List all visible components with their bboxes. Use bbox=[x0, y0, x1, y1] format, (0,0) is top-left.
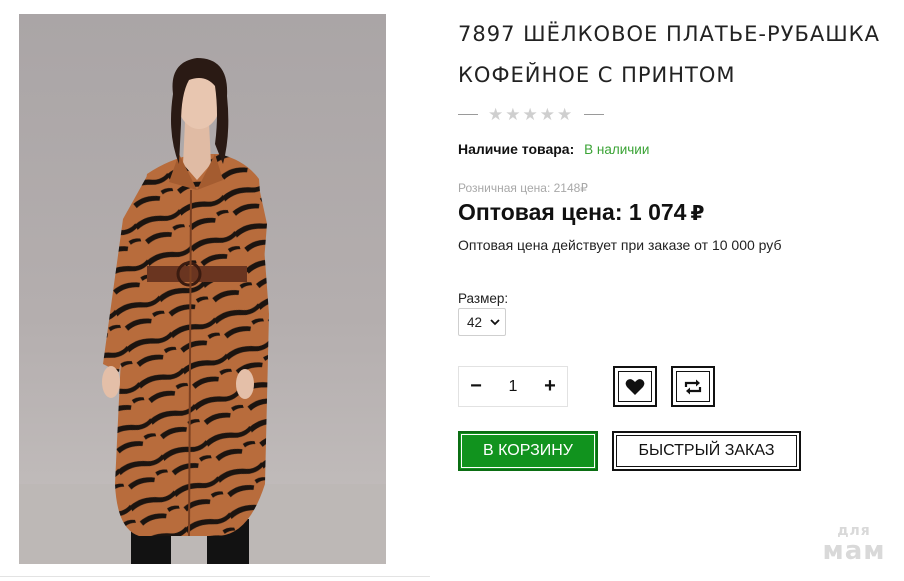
rating-dash-left bbox=[458, 113, 478, 115]
currency-sign: ₽ bbox=[690, 201, 705, 225]
product-photo[interactable] bbox=[19, 14, 386, 564]
heart-icon bbox=[625, 378, 645, 395]
wholesale-price-value: Оптовая цена: 1 074 bbox=[458, 199, 687, 225]
size-label: Размер: bbox=[458, 291, 509, 306]
add-to-cart-button[interactable]: В КОРЗИНУ bbox=[458, 431, 598, 471]
wholesale-price: Оптовая цена: 1 074 ₽ bbox=[458, 199, 704, 226]
star-icon[interactable]: ★ bbox=[505, 106, 520, 123]
product-title: 7897 ШЁЛКОВОЕ ПЛАТЬЕ-РУБАШКА КОФЕЙНОЕ С … bbox=[458, 14, 888, 96]
compare-arrows-icon bbox=[684, 379, 702, 394]
star-icon[interactable]: ★ bbox=[540, 106, 555, 123]
rating: ★ ★ ★ ★ ★ bbox=[458, 103, 605, 125]
quick-order-button[interactable]: БЫСТРЫЙ ЗАКАЗ bbox=[612, 431, 801, 471]
compare-button[interactable] bbox=[671, 366, 715, 407]
availability-label: Наличие товара: bbox=[458, 141, 575, 157]
quantity-decrease-button[interactable]: − bbox=[459, 367, 493, 406]
availability-status: В наличии bbox=[584, 142, 650, 157]
divider-line bbox=[0, 576, 430, 577]
watermark-logo: для мам bbox=[816, 524, 892, 564]
retail-price: Розничная цена: 2148₽ bbox=[458, 181, 588, 195]
quantity-input[interactable]: 1 bbox=[493, 378, 533, 396]
quantity-increase-button[interactable]: + bbox=[533, 367, 567, 406]
availability: Наличие товара: В наличии bbox=[458, 141, 649, 157]
star-icon[interactable]: ★ bbox=[488, 106, 503, 123]
size-select[interactable]: 42 bbox=[458, 308, 506, 336]
size-selected-value: 42 bbox=[467, 314, 483, 330]
watermark-main: мам bbox=[822, 536, 886, 566]
product-title-line2: КОФЕЙНОЕ С ПРИНТОМ bbox=[458, 63, 736, 87]
star-icon[interactable]: ★ bbox=[523, 106, 538, 123]
star-icon[interactable]: ★ bbox=[557, 106, 572, 123]
wishlist-button[interactable] bbox=[613, 366, 657, 407]
wholesale-note: Оптовая цена действует при заказе от 10 … bbox=[458, 237, 782, 253]
quantity-stepper: − 1 + bbox=[458, 366, 568, 407]
rating-dash-right bbox=[584, 113, 605, 115]
chevron-down-icon bbox=[490, 319, 500, 326]
product-title-line1: 7897 ШЁЛКОВОЕ ПЛАТЬЕ-РУБАШКА bbox=[458, 22, 880, 46]
dress-illustration bbox=[19, 58, 386, 564]
